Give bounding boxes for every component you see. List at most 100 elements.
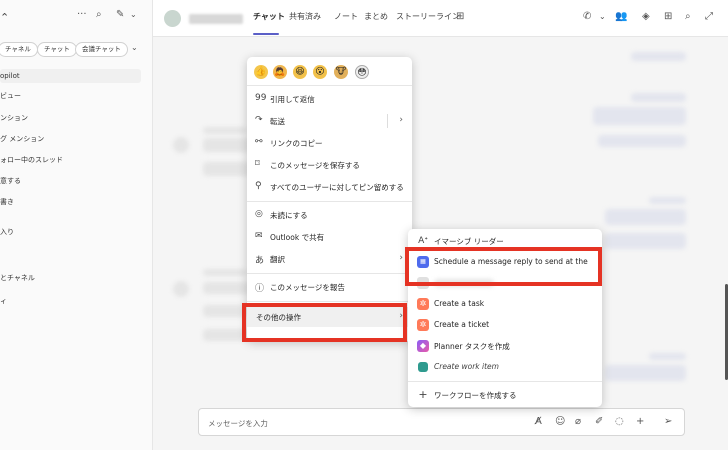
emoji-icon[interactable]: ☺ (555, 416, 565, 427)
tab-shared[interactable]: 共有済み (289, 11, 321, 22)
cow-reaction[interactable]: 🐮 (334, 65, 348, 79)
hubspot-task-icon: ✲ (417, 298, 429, 310)
message-meta-blurred (649, 197, 686, 204)
loop-icon[interactable]: ✐ (595, 416, 603, 427)
sidebar-item-copilot[interactable]: opilot (0, 72, 20, 80)
left-panel: ⌃ ··· ⌕ ✎ ⌄ チャネル チャット 会議チャット ⌄ opilot ビュ… (0, 0, 153, 450)
compose-placeholder[interactable]: メッセージを入力 (208, 418, 268, 429)
chevron-down-icon[interactable]: ⌄ (130, 10, 137, 19)
more-options-icon[interactable]: ··· (77, 9, 87, 20)
menu-item-forward[interactable]: ↷ 転送 › (247, 111, 412, 131)
call-icon[interactable]: ✆ (583, 11, 591, 22)
menu-item-label: 未読にする (270, 211, 308, 220)
bow-reaction[interactable]: 🙇 (273, 65, 287, 79)
hubspot-ticket-icon: ✲ (417, 319, 429, 331)
chip-meeting-chats[interactable]: 会議チャット (75, 42, 128, 57)
menu-divider (247, 301, 412, 302)
work-item-icon (418, 362, 428, 372)
tab-recap[interactable]: まとめ (364, 11, 388, 22)
people-icon[interactable]: 👥 (615, 11, 627, 22)
submenu-item-label: ワークフローを作成する (434, 391, 517, 400)
unread-icon: ◎ (255, 209, 263, 219)
attach-icon[interactable]: ⌀ (575, 416, 581, 427)
new-chat-icon[interactable]: ✎ (116, 9, 124, 20)
menu-item-report[interactable]: ⓘ このメッセージを報告 (247, 277, 412, 297)
add-reaction-icon[interactable]: 😳 (355, 65, 369, 79)
menu-item-label: すべてのユーザーに対してピン留めする (270, 183, 404, 192)
quote-icon: 99 (255, 93, 267, 103)
laugh-reaction[interactable]: 😆 (293, 65, 307, 79)
praise-icon[interactable]: ◌ (615, 416, 624, 427)
surprised-reaction[interactable]: 😮 (313, 65, 327, 79)
search-icon[interactable]: ⌕ (96, 9, 102, 20)
tab-notes[interactable]: ノート (334, 11, 358, 22)
submenu-item-create-workflow[interactable]: + ワークフローを作成する (408, 385, 602, 405)
chip-chats[interactable]: チャット (37, 42, 77, 57)
submenu-item-planner-task[interactable]: ◆ Planner タスクを作成 (408, 336, 602, 356)
filter-chips: チャネル チャット 会議チャット ⌄ (0, 42, 153, 58)
message-blurred (593, 107, 686, 125)
nav-highlight (0, 69, 141, 83)
avatar (173, 281, 189, 297)
submenu-item-label: Create a task (434, 299, 485, 308)
submenu-item-create-work-item[interactable]: Create work item (408, 357, 602, 377)
plus-icon[interactable]: + (636, 416, 644, 427)
message-blurred (203, 138, 250, 152)
sidebar-item-community[interactable]: ィ (0, 296, 7, 306)
menu-item-save-message[interactable]: ⌑ このメッセージを保存する (247, 155, 412, 175)
message-blurred (598, 135, 686, 147)
sidebar-item-followed-threads[interactable]: ォロー中のスレッド (0, 155, 63, 165)
tab-chat[interactable]: チャット (253, 11, 285, 22)
tab-storyline[interactable]: ストーリーライン (396, 11, 460, 22)
compose-box[interactable]: メッセージを入力 A̸ ☺ ⌀ ✐ ◌ + ➢ (198, 408, 685, 436)
outlook-icon: ✉ (255, 231, 263, 241)
report-icon: ⓘ (255, 284, 265, 294)
avatar[interactable] (164, 10, 181, 27)
menu-item-mark-unread[interactable]: ◎ 未読にする (247, 205, 412, 225)
submenu-item-label: Create a ticket (434, 320, 490, 329)
sidebar-item-tag-mention[interactable]: グ メンション (0, 134, 44, 144)
sidebar-item-remind[interactable]: 意する (0, 176, 21, 186)
submenu-item-create-ticket[interactable]: ✲ Create a ticket (408, 315, 602, 335)
chat-header: チャット 共有済み ノート まとめ ストーリーライン ⊞ ✆ ⌄ 👥 ◈ ⊞ ⌕… (153, 0, 728, 37)
message-meta-blurred (203, 127, 247, 134)
submenu-item-create-task[interactable]: ✲ Create a task (408, 294, 602, 314)
popout-icon[interactable]: ⤢ (705, 11, 713, 22)
chevron-down-icon[interactable]: ⌄ (599, 12, 606, 21)
search-icon[interactable]: ⌕ (685, 11, 691, 22)
menu-item-translate[interactable]: あ 翻訳 › (247, 249, 412, 269)
copilot-icon[interactable]: ◈ (642, 11, 650, 22)
menu-item-label: リンクのコピー (270, 139, 323, 148)
message-blurred (203, 282, 250, 294)
translate-icon: あ (255, 256, 265, 266)
sidebar-item-favorites[interactable]: 入り (0, 227, 14, 237)
sidebar-item-mention[interactable]: ンション (0, 113, 28, 123)
collapse-icon[interactable]: ⌃ (0, 11, 9, 24)
menu-item-label: このメッセージを報告 (270, 283, 345, 292)
menu-item-label: 転送 (270, 117, 285, 126)
message-blurred (631, 93, 686, 102)
menu-item-share-outlook[interactable]: ✉ Outlook で共有 (247, 227, 412, 247)
avatar (173, 137, 189, 153)
sidebar-item-review[interactable]: ビュー (0, 91, 21, 101)
chip-channels[interactable]: チャネル (0, 42, 38, 57)
menu-item-pin-for-everyone[interactable]: ⚲ すべてのユーザーに対してピン留めする (247, 177, 412, 197)
menu-item-label: 引用して返信 (270, 95, 315, 104)
add-tab-icon[interactable]: ⊞ (456, 11, 464, 22)
menu-item-copy-link[interactable]: ⚯ リンクのコピー (247, 133, 412, 153)
sidebar-item-drafts[interactable]: 書き (0, 197, 14, 207)
like-reaction[interactable]: 👍 (254, 65, 268, 79)
message-meta-blurred (203, 269, 247, 276)
apps-icon[interactable]: ⊞ (664, 11, 672, 22)
format-icon[interactable]: A̸ (535, 416, 542, 427)
sidebar-item-teams-channels[interactable]: とチャネル (0, 273, 35, 283)
chevron-down-icon[interactable]: ⌄ (131, 43, 138, 52)
submenu-item-label: Create work item (434, 362, 499, 371)
menu-divider (408, 381, 602, 382)
menu-item-quote-reply[interactable]: 99 引用して返信 (247, 89, 412, 109)
menu-vertical-divider (387, 114, 388, 128)
menu-divider (247, 201, 412, 202)
send-icon[interactable]: ➢ (664, 416, 672, 427)
chat-title-redacted (189, 14, 243, 24)
menu-item-label: 翻訳 (270, 255, 285, 264)
